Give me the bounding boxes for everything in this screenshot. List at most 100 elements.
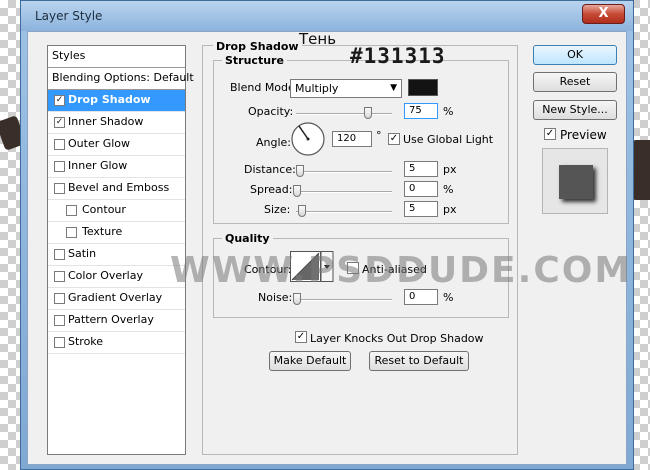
size-unit: px [443,203,457,216]
anti-aliased-checkbox[interactable] [347,262,359,274]
distance-slider[interactable] [296,165,392,177]
opacity-label: Opacity: [248,105,294,118]
style-item-bevel-and-emboss[interactable]: Bevel and Emboss [48,178,185,200]
size-slider-thumb[interactable] [298,205,306,217]
opacity-slider[interactable] [296,107,392,119]
blend-mode-select[interactable]: Multiply ▼ [290,79,402,98]
preview-label: Preview [560,128,607,142]
opacity-input[interactable]: 75 [404,103,438,119]
style-item-label: Bevel and Emboss [68,181,170,194]
style-item-label: Outer Glow [68,137,131,150]
styles-header[interactable]: Styles [48,46,185,68]
quality-group: Quality Contour: Anti-aliased Noise: 0 % [213,232,509,318]
style-item-checkbox[interactable] [54,293,65,304]
style-item-label: Gradient Overlay [68,291,163,304]
style-item-label: Inner Glow [68,159,128,172]
distance-slider-thumb[interactable] [296,165,304,177]
style-item-satin[interactable]: Satin [48,244,185,266]
contour-picker-icon[interactable] [290,251,334,283]
noise-unit: % [443,291,454,304]
ok-button[interactable]: OK [533,45,617,65]
distance-input[interactable]: 5 [404,161,438,177]
spread-unit: % [443,183,454,196]
chevron-down-icon: ▼ [390,83,397,93]
style-item-checkbox[interactable] [66,205,77,216]
style-item-label: Stroke [68,335,104,348]
contour-label: Contour: [244,263,292,276]
style-item-checkbox[interactable] [54,249,65,260]
style-item-label: Color Overlay [68,269,143,282]
close-button[interactable]: X [582,4,625,24]
angle-label: Angle: [256,136,292,149]
style-item-checkbox[interactable]: ✓ [54,95,65,106]
style-item-drop-shadow[interactable]: ✓ Drop Shadow [48,90,185,112]
drop-shadow-panel: Drop Shadow Structure Blend Mode: Multip… [202,40,518,455]
styles-list: Styles Blending Options: Default ✓ Drop S… [47,45,194,455]
background-artwork-right [632,140,650,200]
blend-mode-value: Multiply [295,82,339,95]
style-item-texture[interactable]: Texture [48,222,185,244]
style-item-stroke[interactable]: Stroke [48,332,185,354]
blending-options-item[interactable]: Blending Options: Default [48,68,194,90]
style-item-checkbox[interactable]: ✓ [54,117,65,128]
title-bar[interactable]: Layer Style X [21,1,633,31]
style-item-outer-glow[interactable]: Outer Glow [48,134,185,156]
noise-slider-thumb[interactable] [293,293,301,305]
make-default-button[interactable]: Make Default [269,351,351,371]
opacity-slider-thumb[interactable] [364,107,372,119]
noise-label: Noise: [258,291,293,304]
size-slider[interactable] [296,205,392,217]
shadow-color-swatch[interactable] [408,79,438,96]
style-item-label: Satin [68,247,97,260]
new-style-button[interactable]: New Style... [533,100,617,120]
style-preview [542,148,608,214]
spread-slider[interactable] [293,185,392,197]
style-item-label: Drop Shadow [68,93,151,106]
style-item-pattern-overlay[interactable]: Pattern Overlay [48,310,185,332]
window-title: Layer Style [35,9,103,23]
style-item-contour[interactable]: Contour [48,200,185,222]
style-item-inner-glow[interactable]: Inner Glow [48,156,185,178]
blend-mode-label: Blend Mode: [230,81,299,94]
knocks-out-checkbox[interactable]: ✓ [295,331,307,343]
style-item-checkbox[interactable] [66,227,77,238]
layer-style-dialog: Layer Style X Styles Blending Options: D… [20,0,634,470]
noise-input[interactable]: 0 [404,289,438,305]
opacity-percent: % [443,105,454,118]
preview-checkbox[interactable]: ✓ [544,128,556,140]
spread-label: Spread: [250,183,293,196]
reset-button[interactable]: Reset [533,72,617,92]
structure-group: Structure Blend Mode: Multiply ▼ Opacity… [213,54,509,224]
blending-options-label: Blending Options: Default [52,71,194,84]
distance-label: Distance: [244,163,296,176]
size-input[interactable]: 5 [404,201,438,217]
style-item-label: Contour [82,203,126,216]
noise-slider[interactable] [293,293,392,305]
style-item-label: Pattern Overlay [68,313,154,326]
drop-shadow-title: Drop Shadow [213,40,302,53]
style-item-inner-shadow[interactable]: ✓ Inner Shadow [48,112,185,134]
styles-header-label: Styles [52,49,86,62]
style-item-checkbox[interactable] [54,271,65,282]
quality-title: Quality [222,232,273,245]
spread-slider-thumb[interactable] [293,185,301,197]
angle-dial-icon[interactable] [290,121,326,157]
style-item-checkbox[interactable] [54,183,65,194]
style-item-checkbox[interactable] [54,161,65,172]
style-item-label: Texture [82,225,123,238]
anti-aliased-label: Anti-aliased [362,263,427,276]
knocks-out-label: Layer Knocks Out Drop Shadow [310,332,484,345]
style-item-color-overlay[interactable]: Color Overlay [48,266,185,288]
style-item-checkbox[interactable] [54,315,65,326]
distance-unit: px [443,163,457,176]
angle-degree: ° [376,129,382,142]
use-global-light-label: Use Global Light [403,133,494,146]
dialog-client: Styles Blending Options: Default ✓ Drop S… [27,31,627,465]
style-item-checkbox[interactable] [54,139,65,150]
use-global-light-checkbox[interactable]: ✓ [388,133,400,145]
style-item-gradient-overlay[interactable]: Gradient Overlay [48,288,185,310]
style-item-checkbox[interactable] [54,337,65,348]
angle-input[interactable]: 120 [332,131,372,147]
reset-to-default-button[interactable]: Reset to Default [369,351,469,371]
spread-input[interactable]: 0 [404,181,438,197]
